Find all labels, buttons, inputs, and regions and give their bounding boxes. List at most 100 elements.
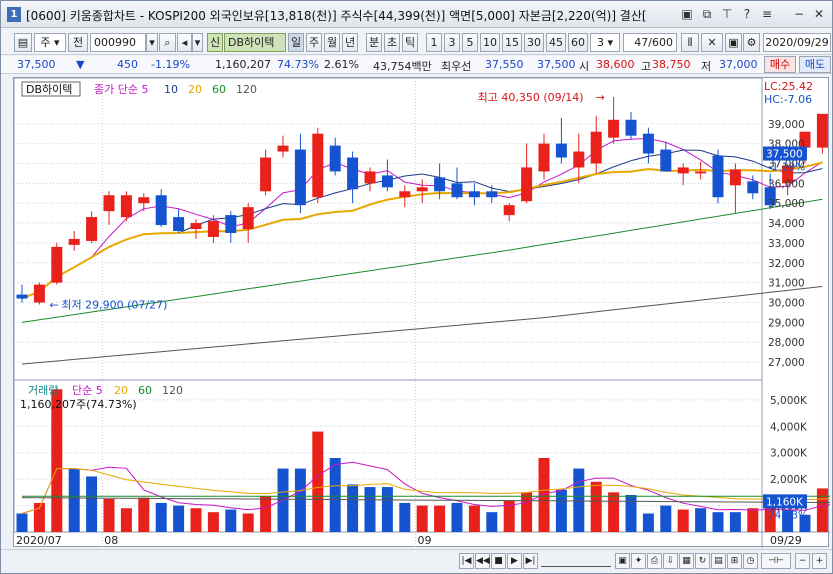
stop-icon[interactable]: ■ bbox=[491, 553, 506, 569]
volume-bar bbox=[294, 468, 306, 532]
zoom-fit-icon[interactable]: ▣ bbox=[615, 553, 630, 569]
bars-icon[interactable]: ⫴ bbox=[681, 33, 699, 52]
grid-menu-icon[interactable]: ▤ bbox=[14, 33, 32, 52]
minute-60[interactable]: 60 bbox=[568, 33, 588, 52]
volume-bar bbox=[747, 508, 759, 532]
candle-body bbox=[173, 217, 185, 232]
period-tick[interactable]: 틱 bbox=[402, 33, 418, 52]
trade-amount: 43,754백만 bbox=[373, 60, 432, 73]
candle-body bbox=[660, 149, 672, 172]
close-icon[interactable]: ✕ bbox=[811, 6, 827, 22]
price-legend-item: 120 bbox=[236, 83, 257, 96]
scroll-first-icon[interactable]: |◀ bbox=[459, 553, 474, 569]
table-icon[interactable]: ▦ bbox=[679, 553, 694, 569]
period-month[interactable]: 월 bbox=[324, 33, 340, 52]
chart-type-select[interactable]: 주 ▾ bbox=[34, 33, 66, 52]
minimize-icon[interactable]: − bbox=[791, 6, 807, 22]
chart-area[interactable]: 27,000 28,000 29,000 30,000 31,000 32,000 33,0… bbox=[13, 77, 833, 548]
candle-body bbox=[242, 207, 254, 230]
sell-button[interactable]: 매도 bbox=[799, 56, 831, 73]
volume-bar bbox=[660, 505, 672, 532]
minute-10[interactable]: 10 bbox=[480, 33, 500, 52]
candle-body bbox=[625, 119, 637, 136]
volume-bar bbox=[225, 509, 237, 532]
candle-body bbox=[486, 191, 498, 198]
app-number-badge: 1 bbox=[7, 7, 21, 22]
candle-body bbox=[120, 195, 132, 218]
x-label-sep: 09 bbox=[418, 534, 432, 547]
volume: 1,160,207 bbox=[215, 58, 271, 71]
open-label: 시 bbox=[579, 60, 590, 73]
minute-3[interactable]: 3 bbox=[444, 33, 460, 52]
period-year[interactable]: 년 bbox=[342, 33, 358, 52]
zoom-in-button[interactable]: + bbox=[812, 553, 827, 569]
chart-window: 1 [0600] 키움종합차트 - KOSPI200 외국인보유[13,818(… bbox=[0, 0, 833, 574]
restore-icon[interactable]: ⧉ bbox=[699, 6, 715, 22]
minute-5[interactable]: 5 bbox=[462, 33, 478, 52]
price-tick-label: 32,000 bbox=[768, 258, 805, 270]
price-tick-label: 31,000 bbox=[768, 278, 805, 290]
last-rate-text: 74.73% bbox=[768, 509, 808, 521]
period-minute[interactable]: 분 bbox=[366, 33, 382, 52]
volume-bar bbox=[625, 495, 637, 532]
stock-name-field[interactable]: DB하이텍 bbox=[224, 33, 286, 52]
zoom-out-button[interactable]: − bbox=[795, 553, 810, 569]
speaker-icon[interactable]: ◂ bbox=[177, 33, 192, 52]
minute-45[interactable]: 45 bbox=[546, 33, 566, 52]
prev-button[interactable]: 전 bbox=[68, 33, 88, 52]
buy-button[interactable]: 매수 bbox=[764, 56, 796, 73]
scroll-bar[interactable]: |◀ ◀◀ ■ ▶ ▶| ▣ ✦ ⎙ ⇩ ▦ ↻ ▤ ⊞ ◷ ⊣⊢ − + bbox=[1, 549, 832, 573]
candle-body bbox=[573, 151, 585, 168]
volume-bar bbox=[364, 487, 376, 532]
print-icon[interactable]: ⎙ bbox=[647, 553, 662, 569]
price-legend-item: 60 bbox=[212, 83, 226, 96]
volume-bar bbox=[120, 508, 132, 532]
hc-indicator: HC:-7.06 bbox=[764, 93, 812, 106]
chart-canvas[interactable]: 27,000 28,000 29,000 30,000 31,000 32,000 33,0… bbox=[13, 77, 833, 548]
search-icon[interactable]: ⌕ bbox=[159, 33, 176, 52]
candle-body bbox=[86, 217, 98, 241]
save-icon[interactable]: ▣ bbox=[725, 33, 742, 52]
stock-code-input[interactable]: 000990 bbox=[90, 33, 146, 52]
scroll-last-icon[interactable]: ▶| bbox=[523, 553, 538, 569]
volume-legend-item: 20 bbox=[114, 384, 128, 397]
best-ask-label: 최우선 bbox=[441, 60, 472, 73]
menu-icon[interactable]: ≡ bbox=[759, 6, 775, 22]
period-day[interactable]: 일 bbox=[288, 33, 304, 52]
code-dropdown-icon[interactable]: ▾ bbox=[146, 33, 158, 52]
candle-body bbox=[207, 221, 219, 237]
x-label-end: 09/29 bbox=[770, 534, 802, 547]
scroll-prev-icon[interactable]: ◀◀ bbox=[475, 553, 490, 569]
volume-bar bbox=[695, 508, 707, 532]
candle-body bbox=[329, 145, 341, 172]
minute-30[interactable]: 30 bbox=[524, 33, 544, 52]
layout-toggle-icon[interactable]: ⊞ bbox=[727, 553, 742, 569]
speaker-dropdown-icon[interactable]: ▾ bbox=[192, 33, 203, 52]
image-icon[interactable]: ▤ bbox=[711, 553, 726, 569]
settings-icon[interactable]: ⚙ bbox=[743, 33, 760, 52]
volume-bar bbox=[190, 508, 202, 532]
crosshair-toggle-icon[interactable]: ✦ bbox=[631, 553, 646, 569]
page-counter: 47/600 bbox=[623, 33, 677, 52]
layout-icon[interactable]: ▣ bbox=[679, 6, 695, 22]
zoom-slider[interactable] bbox=[541, 555, 611, 567]
period-week[interactable]: 주 bbox=[306, 33, 322, 52]
range-slider-icon[interactable]: ⊣⊢ bbox=[761, 553, 791, 569]
clock-icon[interactable]: ◷ bbox=[743, 553, 758, 569]
volume-bar bbox=[677, 509, 689, 532]
minute-select[interactable]: 3 ▾ bbox=[590, 33, 620, 52]
volume-bar bbox=[538, 458, 550, 532]
low-price: 37,000 bbox=[719, 58, 758, 71]
date-input[interactable]: 2020/09/29 bbox=[763, 33, 831, 52]
crosshair-icon[interactable]: ✕ bbox=[701, 33, 723, 52]
help-icon[interactable]: ? bbox=[739, 6, 755, 22]
pin-icon[interactable]: ⊤ bbox=[719, 6, 735, 22]
scroll-next-icon[interactable]: ▶ bbox=[507, 553, 522, 569]
current-price: 37,500 bbox=[17, 58, 56, 71]
refresh-icon[interactable]: ↻ bbox=[695, 553, 710, 569]
minute-1[interactable]: 1 bbox=[426, 33, 442, 52]
minute-15[interactable]: 15 bbox=[502, 33, 522, 52]
price-tick-label: 36,000 bbox=[768, 178, 805, 190]
period-second[interactable]: 초 bbox=[384, 33, 400, 52]
export-icon[interactable]: ⇩ bbox=[663, 553, 678, 569]
